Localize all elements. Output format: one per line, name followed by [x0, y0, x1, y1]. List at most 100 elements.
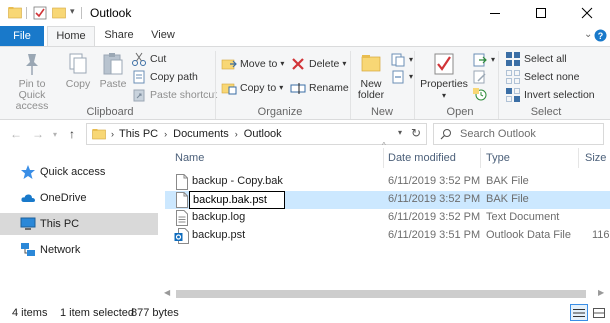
back-arrow-icon[interactable]: ← [8, 126, 24, 142]
tab-share[interactable]: Share [99, 26, 139, 46]
explorer-window: ▾ Outlook File Home Share View ⌄ ? Pin t… [0, 0, 610, 323]
details-view-icon [573, 308, 585, 317]
status-size: 877 bytes [131, 307, 179, 319]
easy-access-button[interactable]: ▾ [390, 68, 413, 85]
star-icon [21, 165, 35, 179]
copy-path-button[interactable]: Copy path [131, 68, 198, 85]
file-row[interactable]: backup.log 6/11/2019 3:52 PM Text Docume… [165, 209, 610, 227]
breadcrumb-outlook[interactable]: Outlook [244, 128, 282, 140]
maximize-button[interactable] [518, 0, 564, 26]
large-icons-view-icon [593, 307, 605, 318]
paste-shortcut-button[interactable]: Paste shortcut [131, 86, 217, 103]
column-divider[interactable] [480, 148, 481, 168]
minimize-button[interactable] [472, 0, 518, 26]
nav-item-onedrive[interactable]: OneDrive [0, 187, 158, 209]
ribbon: Pin to Quick access Copy Paste Cut Copy … [0, 46, 610, 120]
pin-quick-access-button[interactable]: Pin to Quick access [4, 51, 60, 112]
edit-button[interactable] [472, 68, 491, 85]
address-bar[interactable]: › This PC › Documents › Outlook ▾ ↻ [86, 123, 427, 145]
details-view-button[interactable] [570, 304, 588, 321]
search-box[interactable]: Search Outlook [433, 123, 604, 145]
invert-selection-button[interactable]: Invert selection [505, 86, 595, 103]
search-input[interactable]: Search Outlook [460, 128, 536, 140]
copy-button[interactable]: Copy [62, 51, 94, 103]
nav-label: OneDrive [40, 192, 87, 204]
title-bar: ▾ Outlook [0, 0, 610, 26]
tab-home[interactable]: Home [47, 26, 95, 47]
group-divider [215, 51, 216, 119]
large-icons-view-button[interactable] [590, 304, 608, 321]
properties-check-icon[interactable] [32, 5, 48, 21]
column-header-type[interactable]: Type [486, 152, 510, 164]
open-icon [473, 53, 487, 66]
move-to-button[interactable]: Move to ▾ [221, 55, 284, 72]
new-group-label: New [370, 106, 393, 118]
copy-path-label: Copy path [150, 70, 198, 83]
tab-view[interactable]: View [143, 26, 183, 46]
copy-path-icon [133, 70, 145, 83]
file-row-selected[interactable]: backup.bak.pst 6/11/2019 3:52 PM BAK Fil… [165, 191, 610, 209]
file-icon [176, 192, 188, 208]
select-none-button[interactable]: Select none [505, 68, 579, 85]
history-button[interactable] [472, 85, 491, 102]
computer-icon [20, 217, 36, 230]
history-icon [473, 87, 487, 100]
navigation-pane: Quick access OneDrive This PC Network [0, 147, 158, 302]
customize-quick-access-icon[interactable]: ▾ [70, 6, 75, 17]
pane-divider [162, 147, 163, 167]
rename-input[interactable]: backup.bak.pst [189, 191, 285, 209]
column-divider[interactable] [383, 148, 384, 168]
nav-item-network[interactable]: Network [0, 239, 158, 261]
file-row[interactable]: backup.pst 6/11/2019 3:51 PM Outlook Dat… [165, 227, 610, 245]
column-divider[interactable] [578, 148, 579, 168]
tab-file[interactable]: File [0, 26, 44, 46]
nav-item-this-pc[interactable]: This PC [0, 213, 158, 235]
column-header-name[interactable]: Name [175, 152, 204, 164]
delete-button[interactable]: Delete ▾ [290, 55, 346, 72]
paste-label: Paste [99, 78, 127, 90]
file-date: 6/11/2019 3:51 PM [388, 229, 481, 241]
column-header-size[interactable]: Size [585, 152, 606, 164]
copy-to-button[interactable]: Copy to ▾ [221, 79, 283, 96]
properties-button[interactable]: Properties ▾ [418, 51, 470, 103]
rename-button[interactable]: Rename [290, 79, 349, 96]
file-date: 6/11/2019 3:52 PM [388, 193, 481, 205]
nav-item-quick-access[interactable]: Quick access [0, 161, 158, 183]
new-folder-quick-icon[interactable] [52, 5, 66, 21]
group-divider [498, 51, 499, 119]
address-dropdown-icon[interactable]: ▾ [398, 128, 402, 137]
new-folder-button[interactable]: New folder [354, 51, 388, 103]
delete-x-icon [292, 57, 304, 70]
paste-button[interactable]: Paste [96, 51, 130, 103]
new-folder-icon [361, 55, 381, 72]
copy-icon [69, 53, 87, 74]
open-button[interactable]: ▾ [472, 51, 495, 68]
column-header-date[interactable]: Date modified [388, 152, 456, 164]
new-item-dropdown-icon: ▾ [409, 55, 414, 64]
forward-arrow-icon[interactable]: → [30, 126, 46, 142]
help-icon[interactable]: ? [594, 29, 607, 42]
maximize-icon [536, 8, 546, 18]
scrollbar-thumb[interactable] [176, 290, 586, 298]
cut-button[interactable]: Cut [131, 50, 166, 67]
breadcrumb-documents[interactable]: Documents [173, 128, 229, 140]
horizontal-scrollbar[interactable]: ◀ ▶ [162, 287, 610, 301]
copy-label: Copy [65, 78, 91, 90]
refresh-icon[interactable]: ↻ [411, 126, 421, 140]
select-all-button[interactable]: Select all [505, 50, 567, 67]
recent-locations-icon[interactable]: ▾ [50, 126, 60, 142]
file-row[interactable]: backup - Copy.bak 6/11/2019 3:52 PM BAK … [165, 173, 610, 191]
properties-dropdown-icon: ▾ [441, 91, 446, 100]
copy-to-dropdown-icon: ▾ [279, 83, 284, 92]
scroll-right-icon[interactable]: ▶ [598, 288, 604, 297]
copy-to-label: Copy to [240, 81, 277, 94]
select-group-label: Select [530, 106, 562, 118]
rename-icon [290, 82, 306, 94]
status-selected: 1 item selected [60, 307, 134, 319]
expand-ribbon-icon[interactable]: ⌄ [584, 29, 592, 40]
new-item-button[interactable]: ▾ [390, 51, 413, 68]
up-arrow-icon[interactable]: ↑ [64, 126, 80, 142]
scroll-left-icon[interactable]: ◀ [164, 288, 170, 297]
close-button[interactable] [564, 0, 610, 26]
breadcrumb-this-pc[interactable]: This PC [119, 128, 158, 140]
